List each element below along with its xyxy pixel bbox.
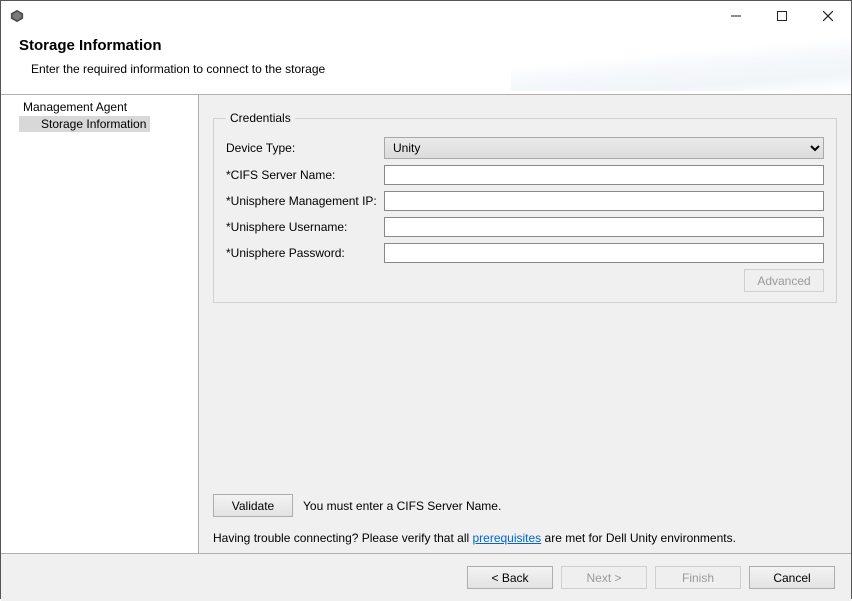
row-cifs-server-name: *CIFS Server Name: [226, 165, 824, 185]
wizard-footer: < Back Next > Finish Cancel [1, 553, 851, 601]
finish-button[interactable]: Finish [655, 566, 741, 589]
unisphere-management-ip-input[interactable] [384, 191, 824, 211]
wizard-steps-sidebar: Management Agent Storage Information [1, 95, 199, 553]
content-bottom: Validate You must enter a CIFS Server Na… [213, 494, 837, 553]
validate-button[interactable]: Validate [213, 494, 293, 517]
sidebar-item-management-agent[interactable]: Management Agent [1, 98, 198, 116]
cancel-button[interactable]: Cancel [749, 566, 835, 589]
maximize-button[interactable] [759, 1, 805, 31]
unisphere-password-label: *Unisphere Password: [226, 246, 384, 260]
wizard-body: Management Agent Storage Information Cre… [1, 94, 851, 553]
advanced-button[interactable]: Advanced [744, 269, 824, 292]
unisphere-username-label: *Unisphere Username: [226, 220, 384, 234]
wizard-content: Credentials Device Type: Unity *CIFS Ser… [199, 95, 851, 553]
sidebar-item-label: Storage Information [19, 116, 150, 132]
minimize-button[interactable] [713, 1, 759, 31]
help-prefix: Having trouble connecting? Please verify… [213, 531, 472, 545]
device-type-label: Device Type: [226, 141, 384, 155]
sidebar-item-label: Management Agent [23, 100, 127, 114]
device-type-select[interactable]: Unity [384, 137, 824, 159]
help-line: Having trouble connecting? Please verify… [213, 531, 837, 545]
unisphere-username-input[interactable] [384, 217, 824, 237]
row-unisphere-password: *Unisphere Password: [226, 243, 824, 263]
help-suffix: are met for Dell Unity environments. [541, 531, 736, 545]
page-subtitle: Enter the required information to connec… [19, 62, 833, 76]
cifs-server-name-label: *CIFS Server Name: [226, 168, 384, 182]
titlebar [1, 1, 851, 31]
validate-message: You must enter a CIFS Server Name. [303, 499, 501, 513]
window-controls [713, 1, 851, 31]
unisphere-management-ip-label: *Unisphere Management IP: [226, 194, 384, 208]
credentials-legend: Credentials [226, 111, 295, 125]
next-button[interactable]: Next > [561, 566, 647, 589]
page-title: Storage Information [19, 37, 833, 54]
sidebar-item-storage-information[interactable]: Storage Information [1, 116, 198, 132]
row-device-type: Device Type: Unity [226, 137, 824, 159]
cifs-server-name-input[interactable] [384, 165, 824, 185]
validate-row: Validate You must enter a CIFS Server Na… [213, 494, 837, 517]
prerequisites-link[interactable]: prerequisites [472, 531, 541, 545]
close-button[interactable] [805, 1, 851, 31]
credentials-group: Credentials Device Type: Unity *CIFS Ser… [213, 111, 837, 303]
app-icon [9, 8, 25, 24]
row-unisphere-management-ip: *Unisphere Management IP: [226, 191, 824, 211]
row-unisphere-username: *Unisphere Username: [226, 217, 824, 237]
back-button[interactable]: < Back [467, 566, 553, 589]
wizard-header: Storage Information Enter the required i… [1, 31, 851, 94]
unisphere-password-input[interactable] [384, 243, 824, 263]
